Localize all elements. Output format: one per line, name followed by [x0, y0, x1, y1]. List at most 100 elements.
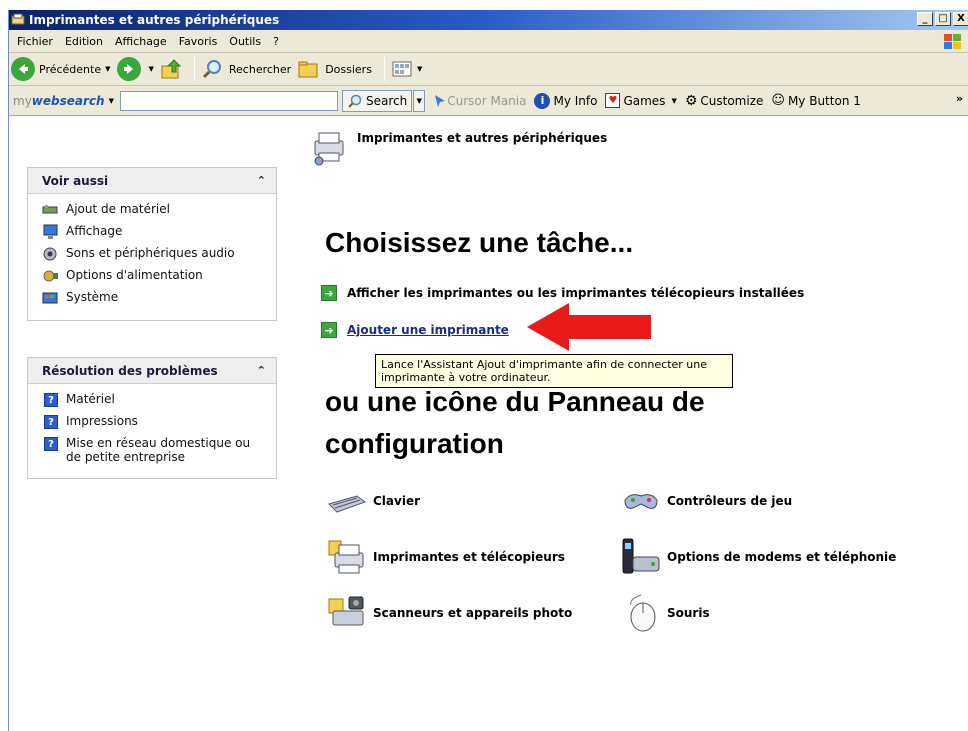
window-title: Imprimantes et autres périphériques [29, 13, 280, 27]
add-printer-link[interactable]: Ajouter une imprimante [347, 323, 509, 337]
customize-button[interactable]: ⚙ Customize [685, 93, 764, 109]
up-folder-button[interactable] [160, 58, 182, 80]
menu-edition[interactable]: Edition [59, 35, 109, 48]
chevron-down-icon[interactable]: ▼ [417, 65, 422, 73]
minimize-button[interactable]: _ [917, 12, 933, 26]
websearch-search-label: Search [365, 93, 408, 108]
icon-printers-faxes[interactable]: Imprimantes et télécopieurs [327, 537, 565, 577]
title-bar[interactable]: Imprimantes et autres périphériques _ □ … [9, 10, 968, 30]
category-header: Imprimantes et autres périphériques [309, 127, 607, 167]
games-icon: ♥ [605, 93, 621, 108]
task-pane: Voir aussi ⌃ Ajout de matériel Affichage… [9, 117, 293, 731]
printer-icon [327, 537, 367, 577]
forward-arrow-icon [116, 57, 141, 81]
collapse-icon[interactable]: ⌃ [257, 174, 266, 187]
menu-affichage[interactable]: Affichage [109, 35, 173, 48]
link-sounds-audio[interactable]: Sons et périphériques audio [42, 246, 268, 262]
up-folder-icon [161, 59, 182, 79]
search-icon [202, 60, 221, 79]
folders-icon [298, 61, 318, 78]
printer-category-icon [314, 132, 344, 166]
task-add-printer[interactable]: ➜ Ajouter une imprimante [321, 322, 509, 338]
windows-logo-icon [942, 32, 964, 52]
phone-modem-icon [621, 537, 661, 577]
gamepad-icon [621, 481, 661, 521]
views-icon [392, 61, 412, 77]
chevron-down-icon[interactable]: ▼ [149, 65, 154, 73]
collapse-icon[interactable]: ⌃ [257, 364, 266, 377]
folders-button[interactable]: Dossiers [297, 58, 372, 80]
maximize-button[interactable]: □ [935, 12, 951, 26]
chevron-down-icon[interactable]: ▼ [105, 65, 110, 73]
see-also-title: Voir aussi [42, 173, 109, 188]
chevron-down-icon[interactable]: ▼ [671, 97, 676, 105]
menu-outils[interactable]: Outils [223, 35, 267, 48]
troubleshoot-title: Résolution des problèmes [42, 363, 218, 378]
scanner-camera-icon [327, 593, 367, 633]
games-button[interactable]: ♥ Games ▼ [605, 93, 677, 108]
keyboard-icon [327, 481, 367, 521]
main-content: Imprimantes et autres périphériques Choi… [309, 117, 968, 731]
control-panel-heading: ou une icône du Panneau de configuration [325, 382, 925, 464]
back-button[interactable]: Précédente ▼ [11, 57, 111, 81]
my-info-button[interactable]: i My Info [534, 92, 597, 109]
link-power-options[interactable]: Options d'alimentation [42, 268, 268, 284]
forward-button[interactable]: ▼ [116, 57, 154, 81]
task-view-printers[interactable]: ➜ Afficher les imprimantes ou les imprim… [321, 285, 804, 301]
menu-fichier[interactable]: Fichier [11, 35, 59, 48]
chevron-down-icon[interactable]: ▼ [109, 97, 114, 105]
search-label: Rechercher [228, 62, 292, 76]
explorer-window: Imprimantes et autres périphériques _ □ … [8, 10, 968, 731]
green-arrow-icon: ➜ [321, 285, 337, 301]
toolbar-overflow-icon[interactable]: » [956, 92, 963, 105]
back-label: Précédente [39, 62, 102, 76]
category-title: Imprimantes et autres périphériques [357, 131, 608, 145]
back-arrow-icon [11, 57, 35, 81]
troubleshoot-header[interactable]: Résolution des problèmes ⌃ [28, 358, 276, 384]
link-hardware-help[interactable]: ? Matériel [42, 392, 268, 408]
close-button[interactable]: X [953, 12, 968, 26]
help-icon: ? [42, 414, 60, 430]
websearch-dropdown[interactable]: ▼ [413, 89, 426, 112]
display-icon [42, 224, 60, 240]
task-heading: Choisissez une tâche... [325, 227, 634, 258]
help-icon: ? [42, 436, 60, 452]
standard-toolbar: Précédente ▼ ▼ Rechercher Dossiers ▼ [9, 53, 968, 86]
websearch-input[interactable] [119, 90, 338, 111]
control-panel-heading-line1: ou une icône du Panneau de [325, 386, 705, 417]
add-printer-tooltip: Lance l'Assistant Ajout d'imprimante afi… [375, 354, 733, 388]
control-panel-heading-line2: configuration [325, 428, 504, 459]
icon-scanners-cameras[interactable]: Scanneurs et appareils photo [327, 593, 572, 633]
menu-bar: Fichier Edition Affichage Favoris Outils… [9, 30, 968, 53]
my-button-1[interactable]: ☺ My Button 1 [771, 93, 860, 108]
speaker-icon [42, 246, 60, 262]
link-add-hardware[interactable]: Ajout de matériel [42, 202, 268, 218]
link-display[interactable]: Affichage [42, 224, 268, 240]
link-home-network-help[interactable]: ? Mise en réseau domestique ou de petite… [42, 436, 268, 464]
icon-modems-phone[interactable]: Options de modems et téléphonie [621, 537, 896, 577]
troubleshoot-panel: Résolution des problèmes ⌃ ? Matériel ? … [27, 357, 277, 479]
websearch-search-button[interactable]: Search [341, 89, 413, 112]
search-button[interactable]: Rechercher [201, 58, 291, 80]
icon-game-controllers[interactable]: Contrôleurs de jeu [621, 481, 792, 521]
link-system[interactable]: Système [42, 290, 268, 306]
task-view-printers-label: Afficher les imprimantes ou les impriman… [347, 286, 805, 300]
icon-keyboard[interactable]: Clavier [327, 481, 420, 521]
info-icon: i [534, 92, 551, 109]
hardware-icon [42, 202, 60, 218]
views-button[interactable]: ▼ [391, 59, 422, 79]
see-also-panel: Voir aussi ⌃ Ajout de matériel Affichage… [27, 167, 277, 321]
menu-help[interactable]: ? [267, 35, 285, 48]
power-icon [42, 268, 60, 284]
menu-favoris[interactable]: Favoris [173, 35, 224, 48]
green-arrow-icon: ➜ [321, 322, 337, 338]
gear-icon: ⚙ [684, 92, 698, 109]
cursor-mania-button[interactable]: Cursor Mania [433, 94, 526, 108]
smiley-icon: ☺ [771, 93, 785, 108]
websearch-logo: mywebsearch [13, 93, 105, 108]
see-also-header[interactable]: Voir aussi ⌃ [28, 168, 276, 194]
toolbar-separator [383, 57, 385, 81]
search-icon [348, 94, 362, 108]
icon-mouse[interactable]: Souris [621, 593, 710, 633]
link-printing-help[interactable]: ? Impressions [42, 414, 268, 430]
